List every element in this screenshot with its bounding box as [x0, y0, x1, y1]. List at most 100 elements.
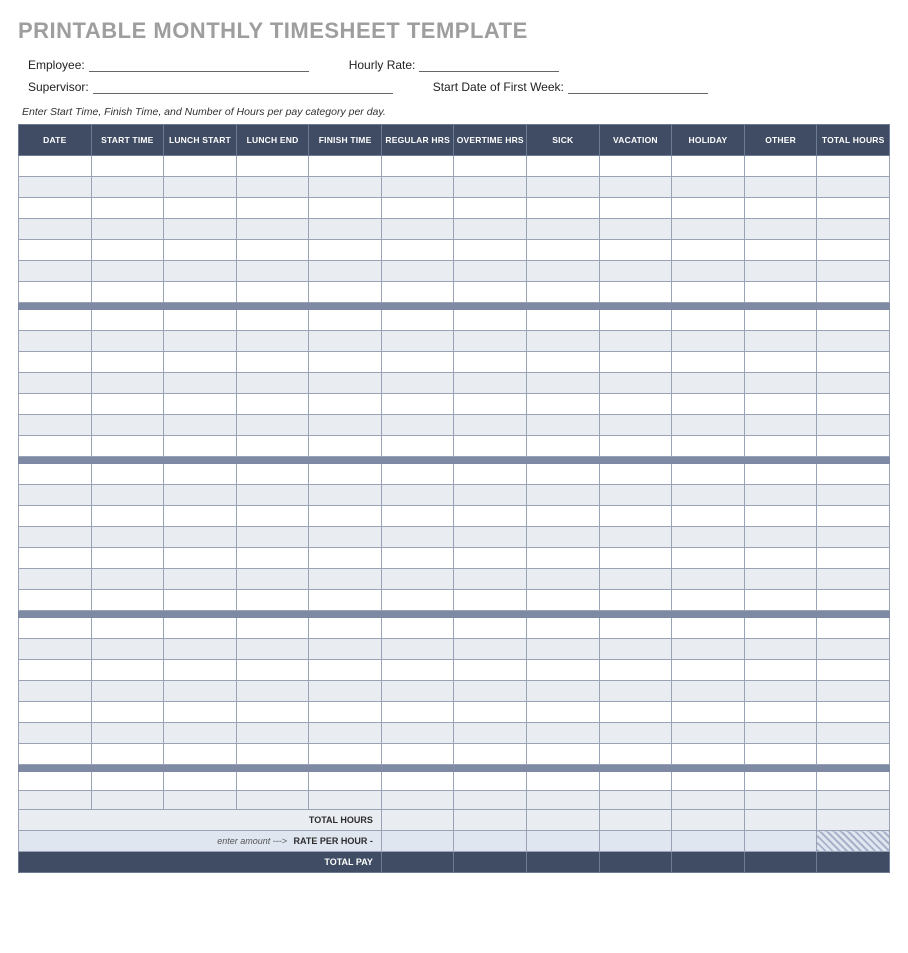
cell[interactable]	[744, 660, 817, 681]
cell[interactable]	[164, 791, 237, 810]
cell[interactable]	[817, 506, 890, 527]
cell[interactable]	[672, 506, 745, 527]
cell[interactable]	[454, 198, 527, 219]
cell[interactable]	[599, 464, 672, 485]
cell[interactable]	[19, 464, 92, 485]
cell[interactable]	[19, 660, 92, 681]
cell[interactable]	[19, 156, 92, 177]
cell[interactable]	[381, 485, 454, 506]
cell[interactable]	[19, 702, 92, 723]
cell[interactable]	[19, 177, 92, 198]
cell[interactable]	[744, 485, 817, 506]
cell[interactable]	[19, 240, 92, 261]
cell[interactable]	[817, 569, 890, 590]
cell[interactable]	[19, 681, 92, 702]
cell[interactable]	[91, 282, 164, 303]
cell[interactable]	[309, 485, 382, 506]
cell[interactable]	[309, 702, 382, 723]
cell[interactable]	[817, 618, 890, 639]
pay-other[interactable]	[744, 852, 817, 873]
cell[interactable]	[527, 527, 600, 548]
pay-holiday[interactable]	[672, 852, 745, 873]
cell[interactable]	[527, 415, 600, 436]
cell[interactable]	[599, 569, 672, 590]
cell[interactable]	[381, 548, 454, 569]
cell[interactable]	[236, 702, 309, 723]
cell[interactable]	[454, 373, 527, 394]
cell[interactable]	[527, 548, 600, 569]
cell[interactable]	[672, 310, 745, 331]
cell[interactable]	[672, 590, 745, 611]
cell[interactable]	[454, 436, 527, 457]
cell[interactable]	[672, 464, 745, 485]
cell[interactable]	[91, 723, 164, 744]
cell[interactable]	[527, 660, 600, 681]
cell[interactable]	[744, 791, 817, 810]
cell[interactable]	[599, 618, 672, 639]
employee-input-line[interactable]	[89, 58, 309, 72]
cell[interactable]	[672, 702, 745, 723]
cell[interactable]	[454, 261, 527, 282]
cell[interactable]	[91, 744, 164, 765]
cell[interactable]	[599, 744, 672, 765]
cell[interactable]	[236, 219, 309, 240]
total-hours-total[interactable]	[817, 810, 890, 831]
cell[interactable]	[381, 772, 454, 791]
cell[interactable]	[817, 156, 890, 177]
cell[interactable]	[817, 352, 890, 373]
cell[interactable]	[744, 702, 817, 723]
cell[interactable]	[164, 240, 237, 261]
cell[interactable]	[164, 464, 237, 485]
cell[interactable]	[381, 156, 454, 177]
cell[interactable]	[817, 791, 890, 810]
total-hours-other[interactable]	[744, 810, 817, 831]
cell[interactable]	[309, 415, 382, 436]
cell[interactable]	[744, 331, 817, 352]
cell[interactable]	[817, 744, 890, 765]
cell[interactable]	[309, 219, 382, 240]
cell[interactable]	[309, 569, 382, 590]
cell[interactable]	[744, 219, 817, 240]
cell[interactable]	[744, 464, 817, 485]
supervisor-field[interactable]: Supervisor:	[28, 80, 393, 94]
cell[interactable]	[309, 506, 382, 527]
cell[interactable]	[599, 723, 672, 744]
cell[interactable]	[19, 527, 92, 548]
cell[interactable]	[599, 394, 672, 415]
cell[interactable]	[527, 261, 600, 282]
total-hours-regular[interactable]	[381, 810, 454, 831]
cell[interactable]	[236, 352, 309, 373]
cell[interactable]	[527, 394, 600, 415]
cell[interactable]	[91, 791, 164, 810]
cell[interactable]	[91, 198, 164, 219]
cell[interactable]	[599, 373, 672, 394]
cell[interactable]	[19, 506, 92, 527]
cell[interactable]	[744, 352, 817, 373]
cell[interactable]	[672, 744, 745, 765]
cell[interactable]	[454, 548, 527, 569]
cell[interactable]	[817, 331, 890, 352]
cell[interactable]	[817, 723, 890, 744]
cell[interactable]	[527, 373, 600, 394]
cell[interactable]	[817, 198, 890, 219]
cell[interactable]	[527, 723, 600, 744]
cell[interactable]	[527, 331, 600, 352]
cell[interactable]	[599, 772, 672, 791]
cell[interactable]	[19, 639, 92, 660]
cell[interactable]	[164, 506, 237, 527]
cell[interactable]	[599, 415, 672, 436]
cell[interactable]	[309, 527, 382, 548]
cell[interactable]	[381, 723, 454, 744]
cell[interactable]	[817, 772, 890, 791]
cell[interactable]	[744, 310, 817, 331]
cell[interactable]	[672, 373, 745, 394]
cell[interactable]	[599, 548, 672, 569]
cell[interactable]	[672, 352, 745, 373]
cell[interactable]	[236, 485, 309, 506]
cell[interactable]	[527, 506, 600, 527]
cell[interactable]	[527, 702, 600, 723]
cell[interactable]	[309, 791, 382, 810]
cell[interactable]	[236, 569, 309, 590]
cell[interactable]	[381, 261, 454, 282]
cell[interactable]	[164, 282, 237, 303]
